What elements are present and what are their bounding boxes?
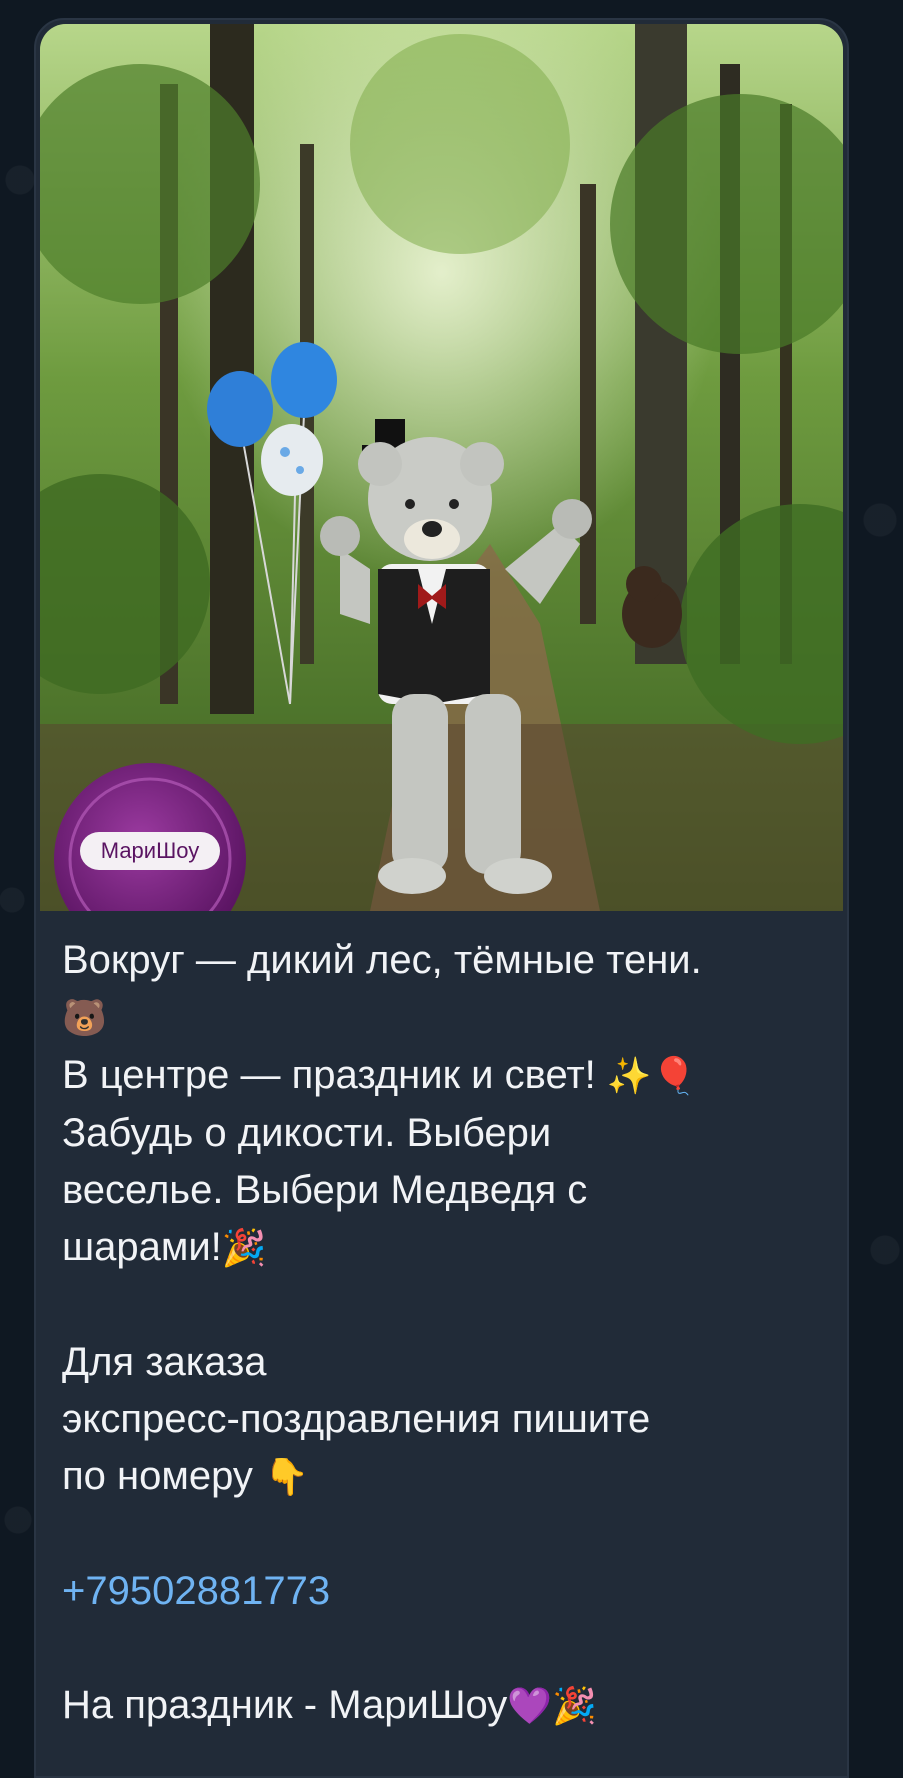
- caption-line: по номеру 👇: [62, 1448, 832, 1506]
- caption-text: по номеру: [62, 1454, 265, 1498]
- message-bubble[interactable]: МариШоу Вокруг — дикий лес, тёмные тени.…: [34, 18, 849, 1778]
- caption-text: шарами!: [62, 1225, 222, 1269]
- caption-line: +79502881773: [62, 1563, 832, 1620]
- caption-line: На праздник - МариШоу💜🎉: [62, 1677, 832, 1735]
- caption-line: экспресс-поздравления пишите: [62, 1397, 651, 1441]
- post-photo[interactable]: МариШоу: [40, 24, 843, 911]
- party-popper-emoji-icon: 🎉: [221, 1228, 267, 1269]
- caption-text: На праздник - МариШоу: [62, 1683, 508, 1727]
- sparkles-balloon-emoji-icon: ✨🎈: [606, 1056, 697, 1097]
- brand-logo-text: МариШоу: [101, 838, 199, 863]
- purple-heart-party-emoji-icon: 💜🎉: [507, 1686, 597, 1727]
- caption-text: В центре — праздник и свет!: [62, 1053, 607, 1097]
- caption-line: шарами!🎉: [62, 1219, 832, 1277]
- post-caption: Вокруг — дикий лес, тёмные тени. 🐻 В цен…: [62, 932, 832, 1735]
- caption-line: веселье. Выбери Медведя с: [62, 1168, 588, 1212]
- bear-emoji-icon: 🐻: [62, 998, 107, 1039]
- phone-number-link[interactable]: +79502881773: [62, 1569, 330, 1613]
- caption-line: В центре — праздник и свет! ✨🎈: [62, 1047, 832, 1105]
- caption-line: Забудь о дикости. Выбери: [62, 1111, 552, 1155]
- forest-bear-illustration: МариШоу: [40, 24, 843, 911]
- caption-line: Для заказа: [62, 1340, 267, 1384]
- pointing-down-emoji-icon: 👇: [264, 1457, 309, 1498]
- caption-line: Вокруг — дикий лес, тёмные тени.: [62, 938, 702, 982]
- caption-line: 🐻: [62, 989, 832, 1047]
